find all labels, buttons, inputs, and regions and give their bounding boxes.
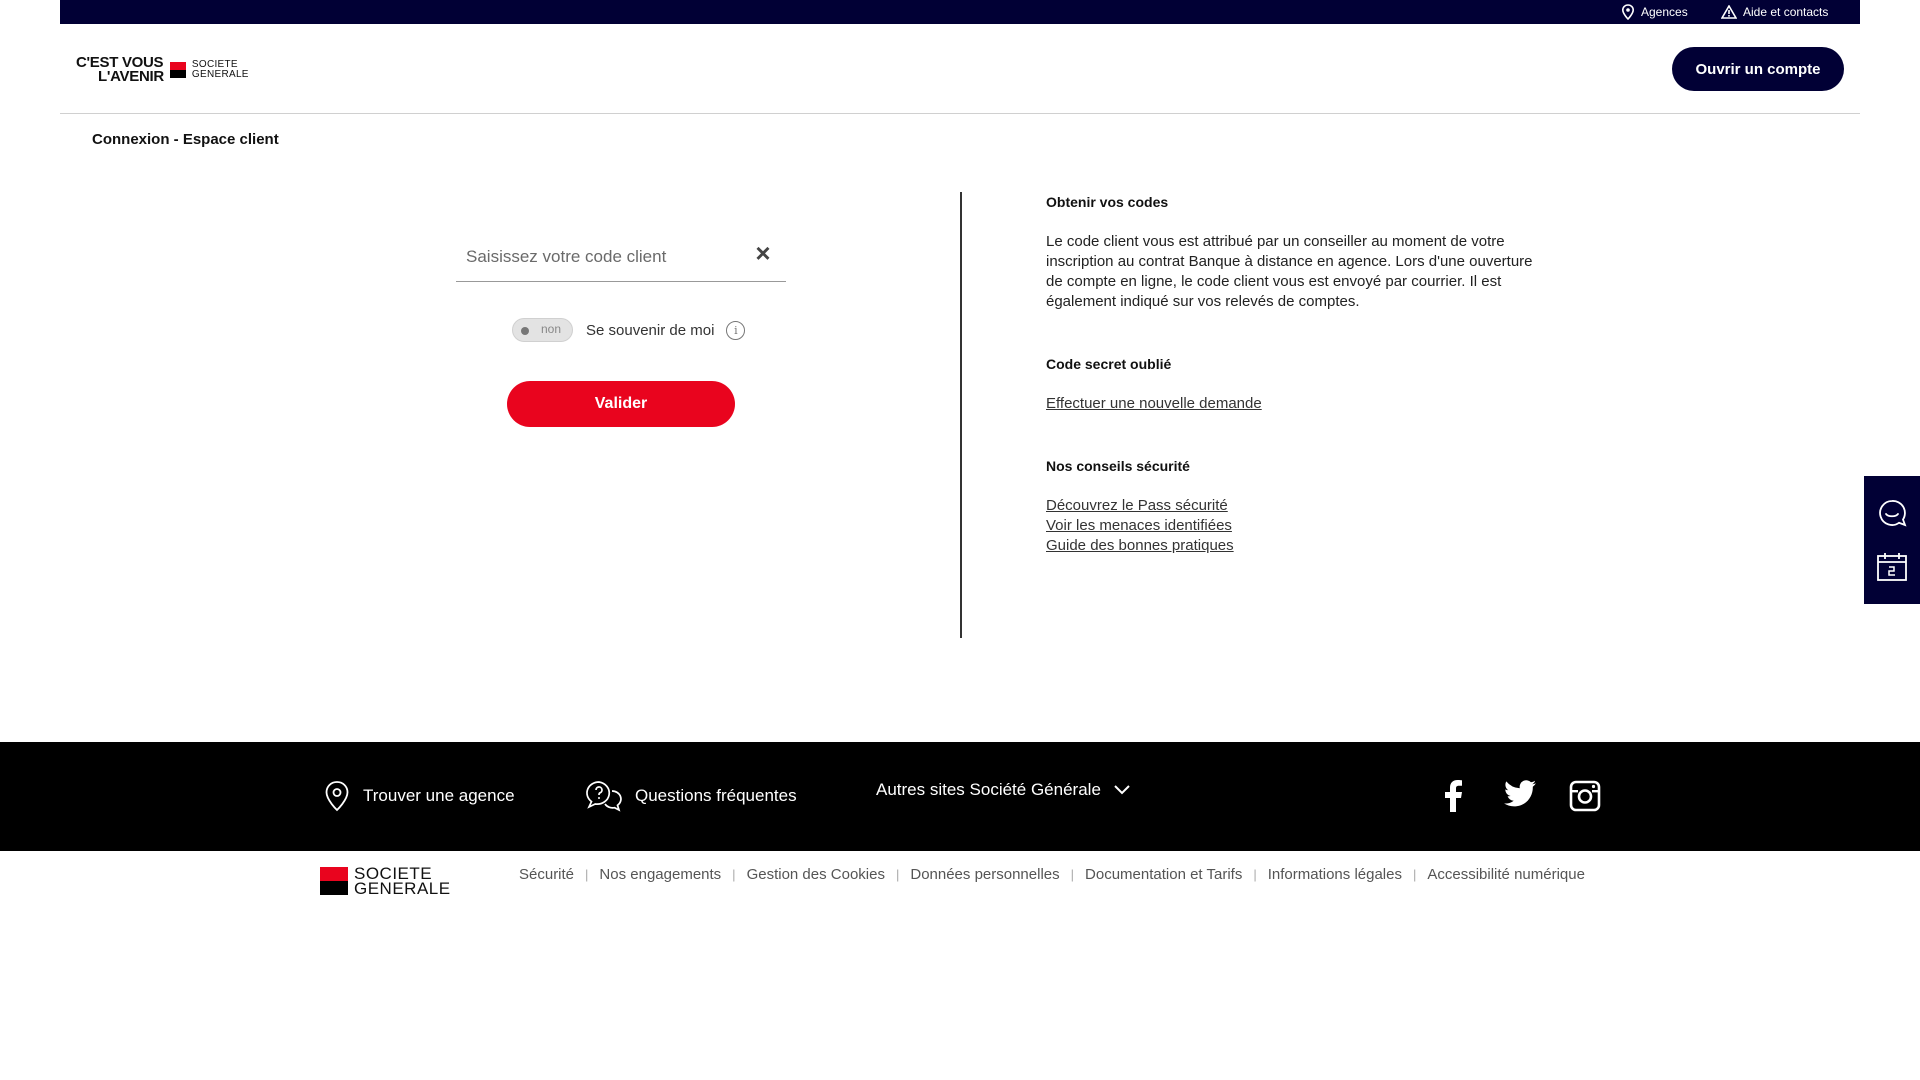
agencies-link[interactable]: Agences bbox=[1621, 0, 1688, 24]
other-sites-label: Autres sites Société Générale bbox=[876, 780, 1101, 799]
page-title: Connexion - Espace client bbox=[92, 131, 279, 148]
pass-security-link[interactable]: Découvrez le Pass sécurité bbox=[1046, 496, 1546, 516]
find-agency-link[interactable]: Trouver une agence bbox=[323, 780, 515, 812]
footer-brand-text: SOCIETE GENERALE bbox=[354, 865, 451, 898]
brand-square-icon bbox=[169, 62, 186, 78]
security-section: Nos conseils sécurité Découvrez le Pass … bbox=[1046, 456, 1546, 556]
top-utility-bar: Agences Aide et contacts bbox=[60, 0, 1860, 24]
legal-link-security[interactable]: Sécurité bbox=[519, 866, 574, 883]
new-request-link[interactable]: Effectuer une nouvelle demande bbox=[1046, 394, 1546, 414]
close-icon[interactable]: × bbox=[752, 240, 774, 266]
legal-link-commitments[interactable]: Nos engagements bbox=[599, 866, 721, 883]
facebook-icon[interactable] bbox=[1443, 780, 1463, 812]
remember-me-row: non Se souvenir de moi i bbox=[512, 318, 746, 342]
help-label: Aide et contacts bbox=[1743, 5, 1829, 19]
legal-link-accessibility[interactable]: Accessibilité numérique bbox=[1427, 866, 1585, 883]
separator: | bbox=[585, 867, 589, 882]
twitter-icon[interactable] bbox=[1504, 780, 1536, 808]
threats-link[interactable]: Voir les menaces identifiées bbox=[1046, 516, 1546, 536]
other-sites-dropdown[interactable]: Autres sites Société Générale bbox=[876, 780, 1131, 800]
calendar-icon[interactable] bbox=[1876, 552, 1908, 582]
chevron-down-icon bbox=[1114, 785, 1130, 795]
footer-brand: SOCIETE GENERALE bbox=[320, 865, 451, 898]
location-pin-icon bbox=[1621, 4, 1635, 20]
toggle-state-label: non bbox=[541, 322, 562, 336]
codes-title: Obtenir vos codes bbox=[1046, 194, 1169, 210]
brand-line-2: GENERALE bbox=[191, 69, 249, 80]
instagram-icon[interactable] bbox=[1569, 780, 1601, 812]
site-header: C'EST VOUS L'AVENIR SOCIETE GENERALE Ouv… bbox=[60, 24, 1860, 114]
find-agency-label: Trouver une agence bbox=[363, 786, 515, 805]
separator: | bbox=[732, 867, 736, 882]
legal-link-personal-data[interactable]: Données personnelles bbox=[910, 866, 1059, 883]
separator: | bbox=[1253, 867, 1257, 882]
toggle-knob bbox=[521, 327, 529, 335]
location-pin-icon bbox=[325, 781, 349, 812]
logo-slogan: C'EST VOUS L'AVENIR bbox=[76, 55, 164, 85]
validate-button[interactable]: Valider bbox=[507, 381, 735, 427]
site-logo[interactable]: C'EST VOUS L'AVENIR SOCIETE GENERALE bbox=[76, 55, 249, 85]
side-contact-widget bbox=[1864, 476, 1920, 604]
chat-bubble-icon[interactable] bbox=[1876, 498, 1908, 528]
legal-link-cookies[interactable]: Gestion des Cookies bbox=[747, 866, 885, 883]
legal-link-documentation[interactable]: Documentation et Tarifs bbox=[1085, 866, 1242, 883]
footer-brand-line-2: GENERALE bbox=[354, 879, 451, 898]
codes-text: Le code client vous est attribué par un … bbox=[1046, 233, 1533, 310]
separator: | bbox=[895, 867, 900, 882]
legal-links: Sécurité | Nos engagements | Gestion des… bbox=[519, 866, 1585, 883]
codes-section: Obtenir vos codes Le code client vous es… bbox=[1046, 192, 1546, 312]
brand-square-icon bbox=[320, 867, 348, 895]
footer-logo[interactable]: SOCIETE GENERALE bbox=[320, 865, 451, 898]
best-practices-link[interactable]: Guide des bonnes pratiques bbox=[1046, 536, 1546, 556]
open-account-button[interactable]: Ouvrir un compte bbox=[1672, 47, 1844, 91]
faq-label: Questions fréquentes bbox=[635, 786, 797, 805]
separator: | bbox=[1070, 867, 1075, 882]
info-icon[interactable]: i bbox=[726, 320, 746, 340]
remember-me-label: Se souvenir de moi bbox=[586, 321, 715, 339]
separator: | bbox=[1412, 867, 1417, 882]
question-bubbles-icon bbox=[586, 781, 622, 812]
client-code-input[interactable] bbox=[466, 242, 736, 272]
legal-link-legal-info[interactable]: Informations légales bbox=[1268, 866, 1402, 883]
slogan-line-2: L'AVENIR bbox=[98, 68, 164, 85]
client-code-field: × bbox=[456, 232, 786, 282]
faq-link[interactable]: Questions fréquentes bbox=[585, 780, 797, 812]
agencies-label: Agences bbox=[1641, 5, 1688, 19]
secret-section: Code secret oublié Effectuer une nouvell… bbox=[1046, 354, 1546, 414]
remember-me-toggle[interactable]: non bbox=[512, 318, 573, 342]
vertical-divider bbox=[960, 192, 962, 638]
secret-title: Code secret oublié bbox=[1046, 356, 1172, 372]
help-contacts-link[interactable]: Aide et contacts bbox=[1721, 0, 1828, 24]
security-title: Nos conseils sécurité bbox=[1046, 458, 1190, 474]
logo-brand: SOCIETE GENERALE bbox=[192, 60, 249, 80]
footer-band: Trouver une agence Questions fréquentes … bbox=[0, 742, 1920, 851]
warning-triangle-icon bbox=[1721, 5, 1737, 19]
